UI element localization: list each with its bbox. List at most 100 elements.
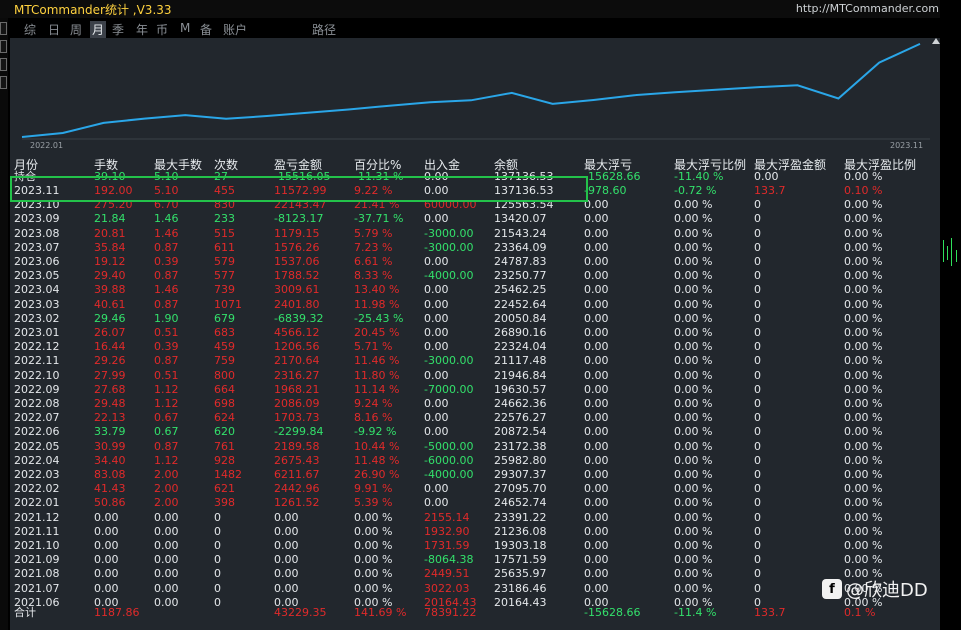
table-cell: 20050.84 [494,311,547,325]
tab-9[interactable]: 账户 [223,21,247,38]
table-cell: 0.00 % [674,539,713,552]
table-cell: 11.46 % [354,354,400,368]
tab-1[interactable]: 日 [48,21,60,38]
table-cell: -8123.17 [274,212,324,226]
tab-2[interactable]: 周 [70,21,82,38]
table-cell: -3000.00 [424,354,474,368]
table-cell: 0.00 % [844,255,883,268]
table-cell: -37.71 % [354,212,404,226]
table-cell: 0.00 [584,581,609,595]
table-cell: 0.00 % [844,354,883,368]
table-cell: 0 [754,255,761,268]
table-cell: 9.91 % [354,482,393,496]
table-cell: 29.48 [94,397,126,410]
table-cell: 24652.74 [494,496,547,510]
table-cell: 0 [754,567,761,581]
table-cell: 2022.10 [14,368,60,382]
table-cell: 1788.52 [274,269,320,283]
table-cell: 2675.43 [274,453,320,467]
table-cell: 0.00 [584,567,609,581]
table-cell: 579 [214,255,235,268]
rail-button[interactable] [0,76,7,89]
table-cell: 23250.77 [494,269,547,283]
table-cell: 0.00 % [844,212,883,226]
tab-4[interactable]: 季 [112,21,124,38]
table-cell: 11.14 % [354,382,400,396]
table-cell: 23172.38 [494,439,547,453]
table-cell: 1.90 [154,311,179,325]
table-cell: 23364.09 [494,240,547,254]
table-cell: 5.39 % [354,496,393,510]
tab-7[interactable]: M [180,21,190,35]
table-cell: 1932.90 [424,524,470,538]
equity-chart: 2022.01 2023.11 [10,38,940,150]
table-cell: 0.00 [154,581,179,595]
period-tabbar: 综日周月季年币 M 备账户 路径 [10,20,940,38]
table-cell: 2022.05 [14,439,60,453]
table-row: 2022.07 22.13 0.67 624 1703.73 8.16 % 0.00 2257… [10,411,940,425]
table-cell: -11.40 % [674,170,724,183]
table-cell: 0 [754,539,761,552]
tab-8[interactable]: 备 [200,21,212,38]
table-cell: 0.00 [424,411,449,425]
table-cell: 0.00 % [844,368,883,382]
table-cell: 25982.80 [494,453,547,467]
tab-3[interactable]: 月 [90,21,107,38]
tab-0[interactable]: 综 [24,21,36,38]
table-cell: 0.87 [154,354,179,368]
table-row: 2022.04 34.40 1.12 928 2675.43 11.48 % -6000.0… [10,454,940,468]
table-cell: 2023.01 [14,326,60,339]
table-cell: 21946.84 [494,368,547,382]
table-cell: 0 [754,553,761,567]
table-cell: 0.00 % [674,439,713,453]
table-cell: 2155.14 [424,510,470,524]
tab-5[interactable]: 年 [136,21,148,38]
table-cell: 0.87 [154,297,179,311]
table-cell: 0.00 [584,397,609,410]
table-cell: 11.98 % [354,297,400,311]
table-cell: 0.67 [154,425,179,439]
table-cell: 0.00 % [844,482,883,496]
rail-button[interactable] [0,22,7,35]
table-cell: 5.71 % [354,340,393,354]
table-row: 2023.09 21.84 1.46 233 -8123.17 -37.71 % 0.00 1… [10,212,940,226]
table-cell: 0.00 [584,226,609,240]
table-cell: 22.13 [94,411,126,425]
rail-button[interactable] [0,58,7,71]
table-cell: 0.00 % [844,524,883,538]
tab-10[interactable]: 路径 [312,21,336,38]
table-cell: 0.00 [154,510,179,524]
table-cell: -5000.00 [424,439,474,453]
table-cell: 0.00 % [844,382,883,396]
table-cell: 0.87 [154,240,179,254]
site-url-link[interactable]: http://MTCommander.com [796,2,939,15]
table-cell: 21236.08 [494,524,547,538]
table-cell: -6000.00 [424,453,474,467]
table-cell: 0.00 [94,510,119,524]
table-cell: 1.12 [154,397,179,410]
rail-button[interactable] [0,40,7,53]
table-cell: 20.45 % [354,326,400,339]
table-cell: 0.00 % [674,553,713,567]
table-cell: 1179.15 [274,226,320,240]
table-cell: 41.43 [94,482,126,496]
table-cell: 683 [214,326,235,339]
table-cell: 2023.02 [14,311,60,325]
scroll-up-icon[interactable] [932,38,940,44]
table-cell: 0.00 % [674,581,713,595]
table-cell: 2021.12 [14,510,60,524]
table-cell: 0.00 % [674,382,713,396]
table-cell: 2022.09 [14,382,60,396]
table-cell: 1.46 [154,212,179,226]
table-cell: 0.00 [584,539,609,552]
tab-6[interactable]: 币 [156,21,168,38]
table-cell: 2022.07 [14,411,60,425]
table-cell: 0.00 [274,581,299,595]
table-cell: 0 [754,411,761,425]
table-cell: 1.46 [154,226,179,240]
table-cell: 0.00 % [674,397,713,410]
table-cell: 0.00 % [674,297,713,311]
table-cell: 0.00 [584,354,609,368]
table-cell: 0.00 [424,340,449,354]
table-cell: 2442.96 [274,482,320,496]
